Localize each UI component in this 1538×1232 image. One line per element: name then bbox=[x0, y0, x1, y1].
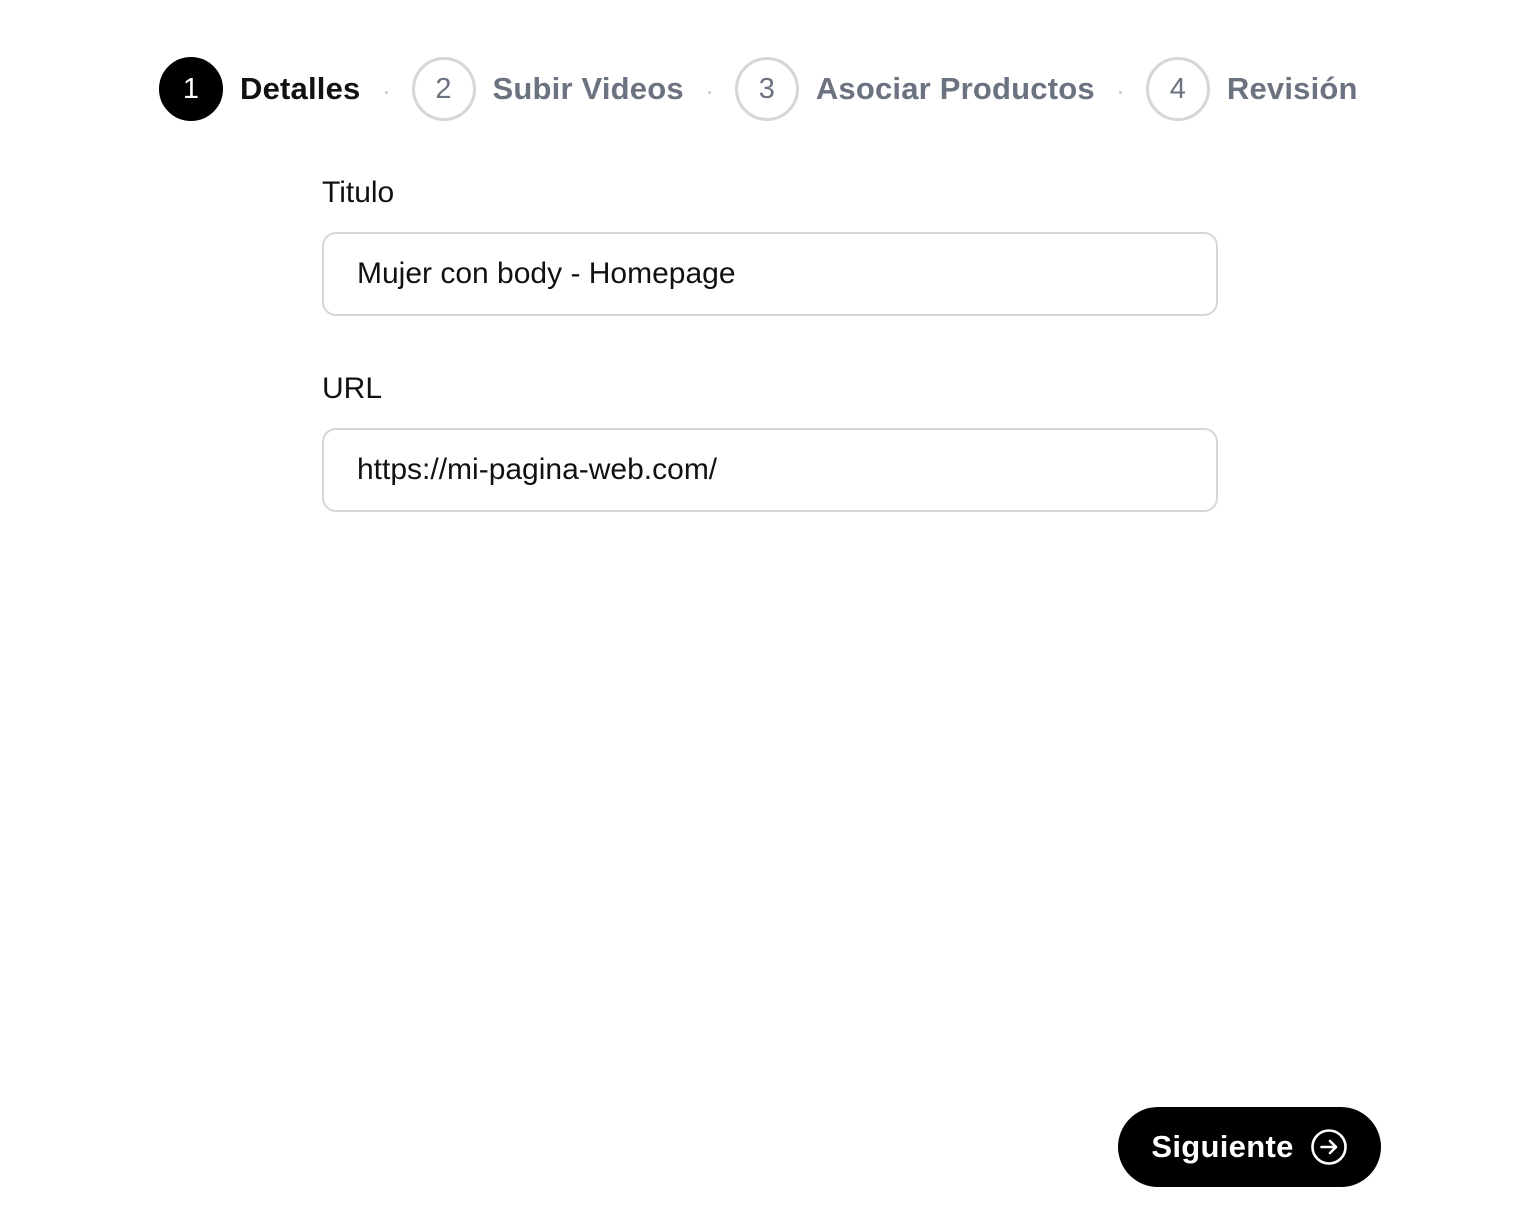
step-upload-videos[interactable]: 2 Subir Videos bbox=[411, 57, 684, 121]
next-button[interactable]: Siguiente bbox=[1118, 1107, 1381, 1187]
step-number-badge: 2 bbox=[411, 57, 476, 121]
url-field-group: URL bbox=[322, 372, 1218, 512]
step-review[interactable]: 4 Revisión bbox=[1145, 57, 1358, 121]
step-number-badge: 1 bbox=[159, 57, 223, 121]
title-field-group: Titulo bbox=[322, 176, 1218, 316]
title-input[interactable] bbox=[322, 232, 1218, 316]
upload-wizard-page: 1 Detalles 2 Subir Videos 3 Asociar Prod… bbox=[0, 0, 1538, 1232]
url-input[interactable] bbox=[322, 428, 1218, 512]
url-label: URL bbox=[322, 372, 383, 405]
step-separator bbox=[1118, 90, 1122, 94]
next-button-label: Siguiente bbox=[1151, 1129, 1294, 1164]
step-label: Asociar Productos bbox=[815, 71, 1095, 106]
step-associate-products[interactable]: 3 Asociar Productos bbox=[734, 57, 1095, 121]
wizard-stepper: 1 Detalles 2 Subir Videos 3 Asociar Prod… bbox=[159, 57, 1358, 121]
step-label: Detalles bbox=[240, 71, 361, 106]
step-separator bbox=[707, 90, 711, 94]
step-number-badge: 4 bbox=[1145, 57, 1210, 121]
step-number-badge: 3 bbox=[734, 57, 799, 121]
step-separator bbox=[384, 90, 388, 94]
arrow-right-circle-icon bbox=[1310, 1128, 1348, 1166]
step-details[interactable]: 1 Detalles bbox=[159, 57, 361, 121]
title-label: Titulo bbox=[322, 176, 395, 209]
step-label: Revisión bbox=[1226, 71, 1358, 106]
step-label: Subir Videos bbox=[492, 71, 684, 106]
